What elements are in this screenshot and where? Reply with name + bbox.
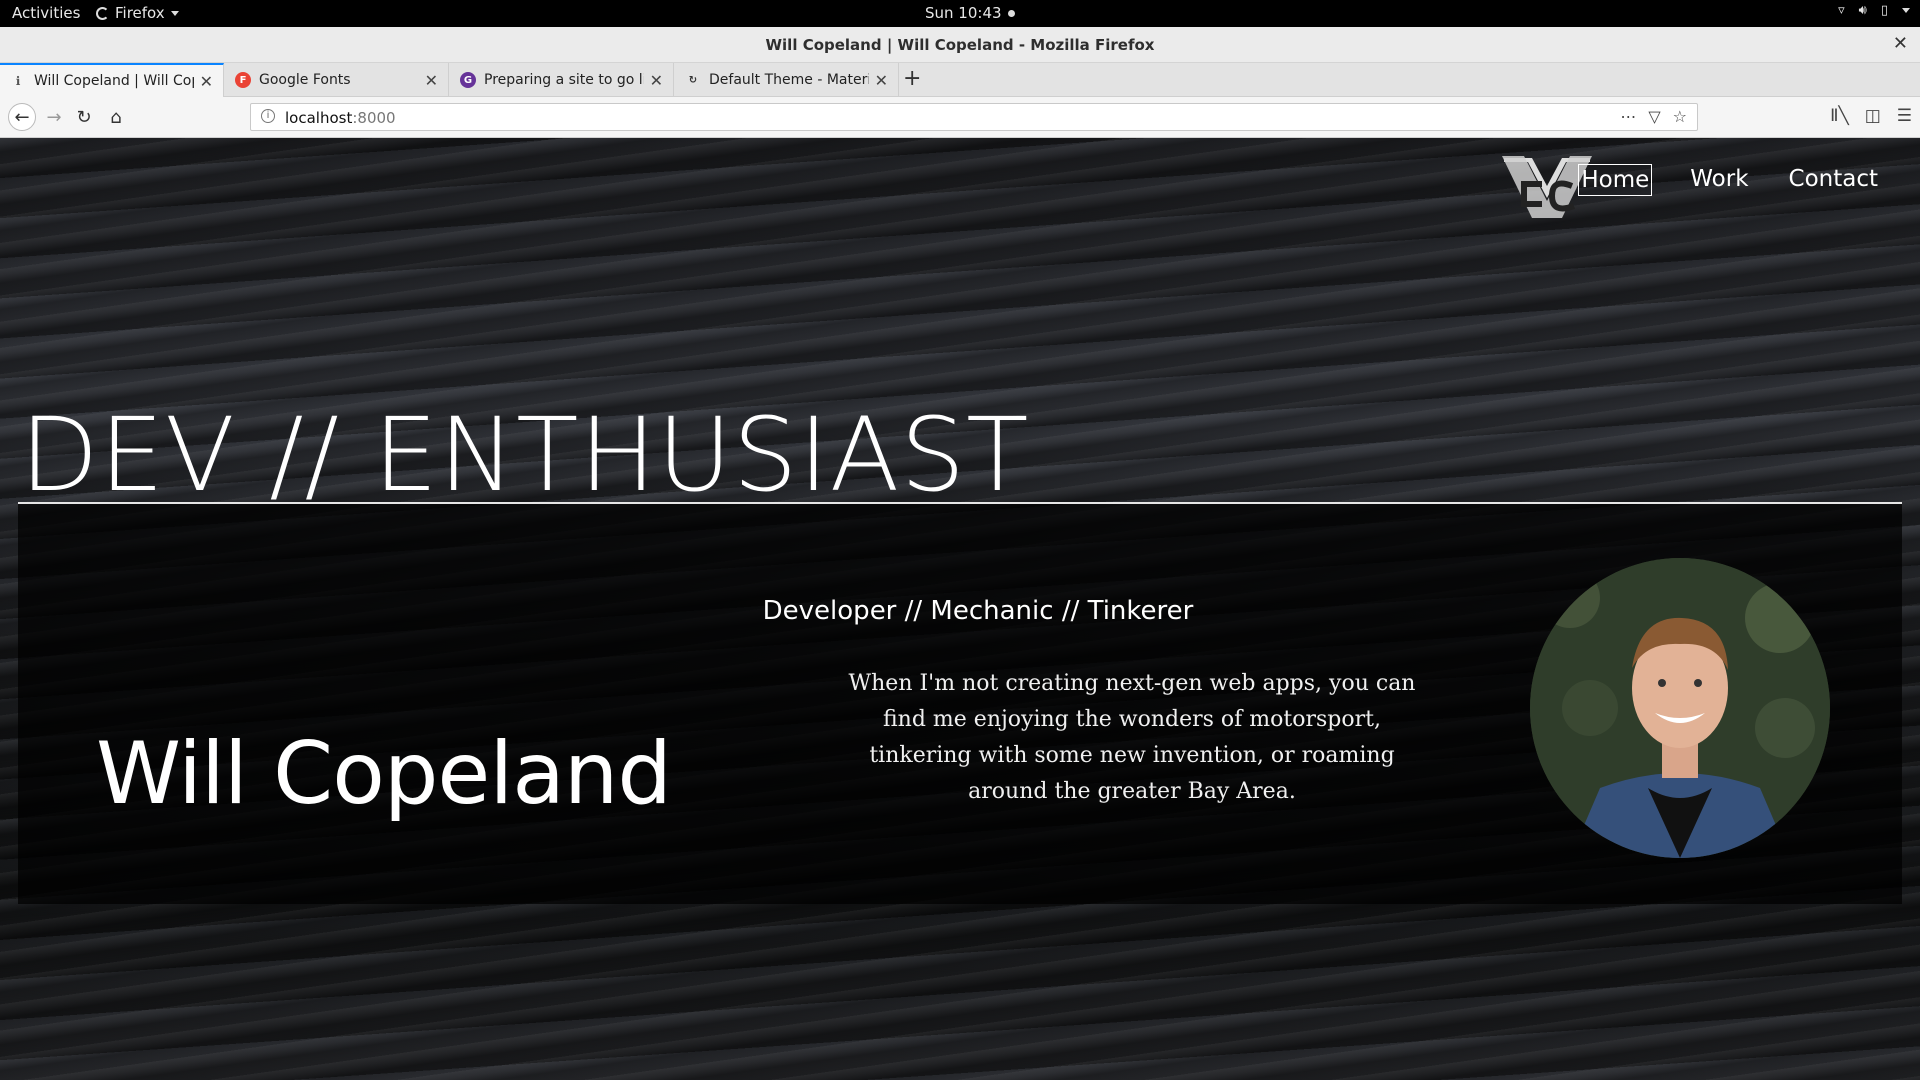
- gatsby-icon: G: [460, 72, 476, 88]
- nav-contact-link[interactable]: Contact: [1787, 164, 1880, 196]
- pocket-icon[interactable]: ▽: [1648, 107, 1660, 126]
- chevron-down-icon: [1902, 8, 1910, 13]
- window-title: Will Copeland | Will Copeland - Mozilla …: [765, 36, 1155, 54]
- app-menu-label: Firefox: [115, 4, 165, 22]
- battery-icon: ▯: [1880, 3, 1888, 18]
- url-text[interactable]: localhost:8000: [285, 109, 396, 127]
- sidebar-icon[interactable]: ◫: [1865, 106, 1881, 126]
- tab-default-theme[interactable]: ↻ Default Theme - Material ✕: [675, 63, 899, 97]
- close-icon[interactable]: ✕: [200, 72, 213, 91]
- window-titlebar: Will Copeland | Will Copeland - Mozilla …: [0, 27, 1920, 63]
- intro-panel: Will Copeland Developer // Mechanic // T…: [18, 504, 1902, 904]
- notification-dot-icon: [1007, 9, 1015, 17]
- site-nav: Home Work Contact: [1578, 164, 1880, 196]
- tab-strip: ℹ Will Copeland | Will Copeland ✕ F Goog…: [0, 63, 1920, 97]
- activities-button[interactable]: Activities: [12, 4, 80, 22]
- forward-arrow-icon[interactable]: →: [42, 105, 66, 129]
- volume-icon: 🔊︎: [1858, 3, 1867, 18]
- person-name: Will Copeland: [96, 724, 672, 824]
- tab-label: Will Copeland | Will Copeland: [34, 73, 194, 89]
- tagline: Developer // Mechanic // Tinkerer: [762, 596, 1194, 626]
- nav-home-link[interactable]: Home: [1578, 164, 1653, 196]
- material-icon: ↻: [688, 74, 698, 86]
- window-close-icon[interactable]: ✕: [1893, 33, 1908, 54]
- bio-text: When I'm not creating next-gen web apps,…: [848, 671, 1416, 804]
- navigation-toolbar: ← → ↻ ⌂ i localhost:8000 ⋯ ▽ ☆ Ⅱ╲ ◫ ☰: [0, 97, 1920, 138]
- back-arrow-icon[interactable]: ←: [8, 103, 36, 131]
- library-icon[interactable]: Ⅱ╲: [1830, 106, 1849, 126]
- tab-label: Preparing a site to go live: [484, 72, 644, 88]
- close-icon[interactable]: ✕: [875, 71, 888, 90]
- tab-preparing-site[interactable]: G Preparing a site to go live ✕: [450, 63, 674, 97]
- page-icon: ℹ: [15, 74, 21, 88]
- home-icon[interactable]: ⌂: [104, 105, 128, 129]
- new-tab-plus-icon[interactable]: +: [903, 66, 921, 91]
- system-top-bar: Activities Firefox Sun 10:43 ▿ 🔊︎ ▯: [0, 0, 1920, 27]
- reload-icon[interactable]: ↻: [72, 105, 96, 129]
- info-icon[interactable]: i: [261, 109, 275, 123]
- firefox-icon: [96, 6, 109, 20]
- web-page: Home Work Contact DEV // ENTHUSIAST Will…: [0, 138, 1920, 1080]
- hero-title: DEV // ENTHUSIAST: [20, 396, 1030, 515]
- app-menu[interactable]: Firefox: [96, 4, 179, 22]
- tab-will-copeland[interactable]: ℹ Will Copeland | Will Copeland ✕: [0, 63, 224, 97]
- nav-work-link[interactable]: Work: [1688, 164, 1750, 196]
- tab-label: Google Fonts: [259, 72, 351, 88]
- url-bar[interactable]: i localhost:8000 ⋯ ▽ ☆: [250, 103, 1698, 131]
- tab-label: Default Theme - Material: [709, 72, 869, 88]
- clock[interactable]: Sun 10:43: [925, 4, 1015, 22]
- close-icon[interactable]: ✕: [425, 71, 438, 90]
- hamburger-menu-icon[interactable]: ☰: [1897, 106, 1912, 126]
- clock-label: Sun 10:43: [925, 4, 1002, 22]
- system-tray[interactable]: ▿ 🔊︎ ▯: [1838, 3, 1910, 18]
- chevron-down-icon: [170, 10, 179, 16]
- avatar: [1530, 558, 1830, 858]
- wifi-icon: ▿: [1838, 3, 1845, 18]
- more-actions-icon[interactable]: ⋯: [1620, 107, 1636, 126]
- tab-google-fonts[interactable]: F Google Fonts ✕: [225, 63, 449, 97]
- bookmark-star-icon[interactable]: ☆: [1673, 107, 1687, 126]
- google-fonts-icon: F: [235, 72, 251, 88]
- close-icon[interactable]: ✕: [650, 71, 663, 90]
